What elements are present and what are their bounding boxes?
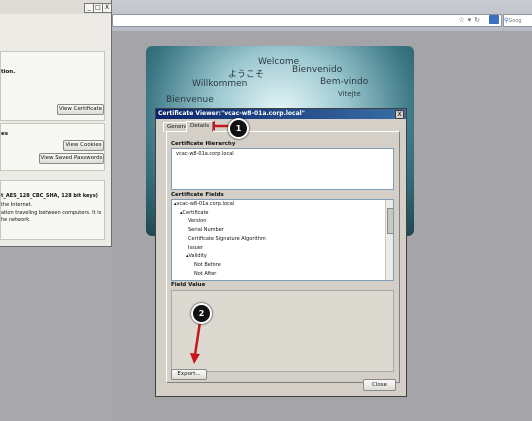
callout-2: 2 — [191, 303, 212, 324]
tab-details[interactable]: Details — [186, 121, 214, 132]
annotation-arrows — [190, 121, 230, 364]
callout-1: 1 — [228, 118, 249, 139]
